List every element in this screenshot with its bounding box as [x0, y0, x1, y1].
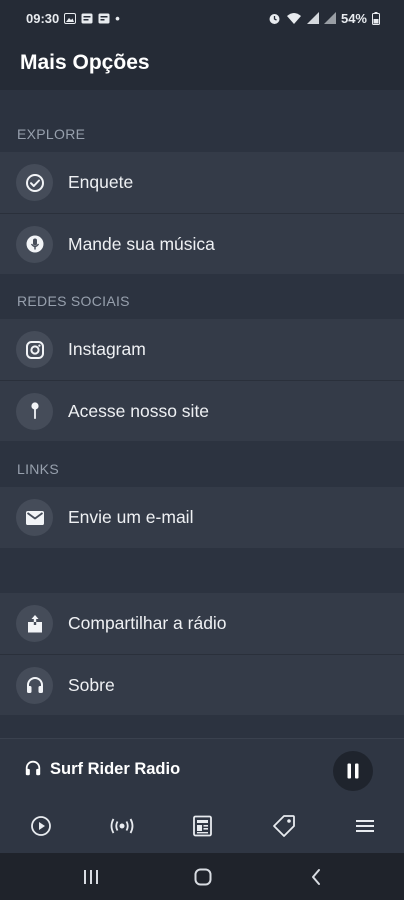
- battery-percent: 54%: [340, 10, 367, 26]
- nav-news-button[interactable]: [190, 813, 216, 839]
- recent-apps-icon: [84, 870, 98, 884]
- menu-item-instagram[interactable]: Instagram: [0, 319, 404, 380]
- status-left: 09:30 •: [26, 11, 120, 26]
- menu-item-acesse-nosso-site[interactable]: Acesse nosso site: [0, 380, 404, 441]
- news-icon: [193, 815, 212, 837]
- signal-icon-2: [323, 12, 336, 24]
- section-label-redes-sociais: REDES SOCIAIS: [17, 293, 130, 309]
- menu-item-label: Enquete: [68, 172, 134, 192]
- home-button[interactable]: [194, 866, 212, 888]
- wifi-icon: [286, 12, 301, 24]
- gallery-notification-icon: [64, 12, 77, 24]
- menu-item-label: Instagram: [68, 339, 146, 359]
- mini-player[interactable]: Surf Rider Radio: [0, 738, 404, 799]
- bottom-nav: [0, 798, 404, 853]
- section-label-links: LINKS: [17, 461, 59, 477]
- other-group: Compartilhar a rádio Sobre: [0, 593, 404, 715]
- signal-icon: [306, 12, 319, 24]
- status-bar: 09:30 • 54%: [0, 0, 404, 36]
- links-group: Envie um e-mail: [0, 487, 404, 548]
- recent-apps-button[interactable]: [82, 866, 100, 888]
- page-header: Mais Opções: [0, 36, 404, 90]
- status-right: 54%: [268, 11, 380, 26]
- page-title: Mais Opções: [20, 51, 150, 74]
- menu-item-compartilhar-a-radio[interactable]: Compartilhar a rádio: [0, 593, 404, 654]
- nav-play-button[interactable]: [28, 813, 54, 839]
- instagram-icon: [16, 331, 53, 368]
- headphones-icon: [16, 666, 53, 704]
- microphone-icon: [16, 225, 53, 263]
- pause-icon: [347, 763, 359, 779]
- menu-icon: [356, 820, 374, 832]
- menu-item-label: Compartilhar a rádio: [68, 613, 227, 633]
- player-station-name: Surf Rider Radio: [50, 760, 181, 778]
- player-headphones-icon: [25, 760, 41, 776]
- menu-item-label: Mande sua música: [68, 233, 215, 254]
- battery-icon: [372, 11, 380, 25]
- mail-icon: [16, 499, 53, 536]
- share-icon: [16, 605, 53, 642]
- tag-icon: [273, 815, 295, 837]
- menu-item-enquete[interactable]: Enquete: [0, 152, 404, 213]
- broadcast-icon: [110, 818, 134, 834]
- menu-item-label: Acesse nosso site: [68, 400, 210, 421]
- pause-button[interactable]: [333, 751, 373, 791]
- menu-item-label: Envie um e-mail: [68, 507, 194, 527]
- nav-menu-button[interactable]: [352, 813, 378, 839]
- alarm-icon: [269, 13, 280, 24]
- check-circle-icon: [16, 164, 53, 201]
- explore-group: Enquete Mande sua música: [0, 152, 404, 274]
- back-icon: [312, 869, 320, 885]
- home-icon: [194, 868, 212, 886]
- play-icon: [31, 816, 51, 836]
- social-group: Instagram Acesse nosso site: [0, 319, 404, 441]
- notification-dot: •: [115, 10, 120, 26]
- app-notification-icon-2: [98, 13, 110, 23]
- system-nav-bar: [0, 853, 404, 900]
- app-notification-icon: [81, 13, 93, 23]
- section-label-explore: EXPLORE: [17, 126, 86, 142]
- status-time: 09:30: [26, 10, 60, 26]
- nav-broadcast-button[interactable]: [107, 813, 137, 839]
- back-button[interactable]: [310, 866, 322, 888]
- nav-tag-button[interactable]: [271, 813, 297, 839]
- menu-item-sobre[interactable]: Sobre: [0, 654, 404, 715]
- menu-item-mande-sua-musica[interactable]: Mande sua música: [0, 213, 404, 274]
- menu-item-envie-um-email[interactable]: Envie um e-mail: [0, 487, 404, 548]
- menu-item-label: Sobre: [68, 674, 115, 695]
- pin-icon: [16, 392, 53, 430]
